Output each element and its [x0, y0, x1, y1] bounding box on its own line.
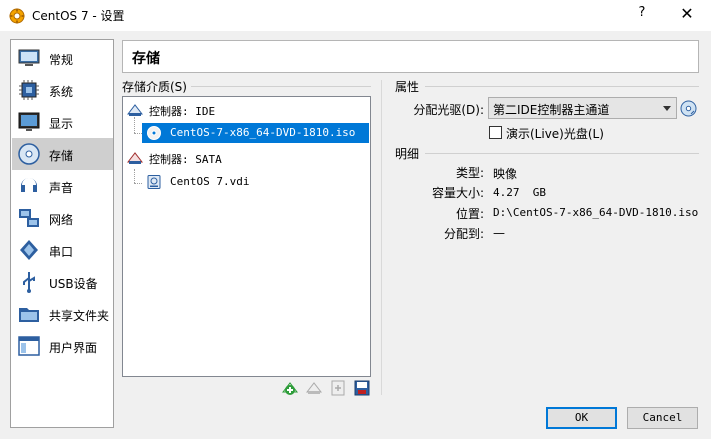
add-controller-icon[interactable] — [281, 379, 299, 397]
page-title: 存储 — [132, 51, 160, 67]
tree-connector — [134, 169, 135, 183]
usb-icon — [23, 272, 35, 293]
sidebar-item-serial-port[interactable]: 串口 — [12, 234, 113, 266]
size-value: 4.27 GB — [493, 186, 546, 199]
storage-tree[interactable]: 控制器: IDE CentOS-7-x86_64-DVD-1810.iso 控制… — [122, 96, 371, 377]
sidebar-item-shared-folders[interactable]: 共享文件夹 — [12, 298, 113, 330]
sidebar-item-label: 存储 — [49, 149, 74, 163]
panel-separator — [381, 80, 382, 395]
details-group-line — [425, 153, 699, 154]
hard-disk-icon — [147, 175, 161, 189]
drive-select-value: 第二IDE控制器主通道 — [493, 103, 610, 117]
attributes-group-line — [425, 86, 699, 87]
display-icon — [18, 112, 40, 131]
choose-disc-icon[interactable] — [680, 100, 697, 117]
sidebar-item-label: 网络 — [49, 213, 74, 227]
live-cd-checkbox[interactable] — [489, 126, 502, 139]
settings-sidebar: 常规 系统 显示 存储 声音 网络 串口 USB设备 共享文件夹 用户界面 — [10, 39, 114, 428]
details-group-label: 明细 — [395, 145, 424, 162]
chevron-down-icon — [663, 106, 671, 111]
attached-to-label: 分配到: — [443, 227, 484, 241]
remove-attachment-icon[interactable] — [353, 379, 371, 397]
storage-group-line — [190, 86, 371, 87]
sidebar-item-label: 用户界面 — [49, 341, 98, 355]
tree-item-ide-disc[interactable]: CentOS-7-x86_64-DVD-1810.iso — [142, 123, 369, 143]
add-attachment-icon[interactable] — [329, 379, 347, 397]
sidebar-item-label: 常规 — [49, 53, 74, 67]
sidebar-item-user-interface[interactable]: 用户界面 — [12, 330, 113, 362]
sidebar-item-general[interactable]: 常规 — [12, 42, 113, 74]
close-button[interactable]: ✕ — [676, 4, 698, 26]
network-icon — [19, 209, 39, 227]
optical-disc-icon — [147, 126, 161, 140]
page-header: 存储 — [122, 40, 699, 73]
type-label: 类型: — [455, 166, 484, 180]
sidebar-item-display[interactable]: 显示 — [12, 106, 113, 138]
size-label: 容量大小: — [431, 186, 484, 200]
sidebar-item-network[interactable]: 网络 — [12, 202, 113, 234]
location-label: 位置: — [455, 207, 484, 221]
title-bar: CentOS 7 - 设置 ? ✕ — [0, 0, 711, 31]
tree-item-controller-ide[interactable]: 控制器: IDE — [127, 100, 367, 120]
tree-connector — [134, 133, 142, 134]
tree-item-sata-disk[interactable]: CentOS 7.vdi — [142, 172, 367, 192]
sidebar-item-label: USB设备 — [49, 277, 98, 291]
user-interface-icon — [18, 336, 40, 356]
cancel-button[interactable]: Cancel — [627, 407, 698, 429]
sidebar-item-label: 声音 — [49, 181, 74, 195]
drive-select[interactable]: 第二IDE控制器主通道 — [488, 97, 677, 119]
virtualbox-icon — [9, 8, 25, 24]
tree-connector — [134, 183, 142, 184]
sidebar-item-label: 共享文件夹 — [49, 309, 110, 323]
attributes-group-label: 属性 — [395, 78, 424, 95]
drive-label: 分配光驱(D): — [413, 103, 484, 117]
help-button[interactable]: ? — [632, 5, 652, 25]
sata-controller-icon — [127, 152, 143, 164]
shared-folder-icon — [19, 308, 39, 322]
location-value: D:\CentOS-7-x86_64-DVD-1810.iso — [493, 206, 699, 219]
sidebar-item-audio[interactable]: 声音 — [12, 170, 113, 202]
ok-button[interactable]: OK — [546, 407, 617, 429]
general-icon — [18, 49, 40, 66]
serial-port-icon — [20, 240, 38, 260]
audio-icon — [21, 178, 37, 192]
sidebar-item-label: 显示 — [49, 117, 74, 131]
sidebar-item-system[interactable]: 系统 — [12, 74, 113, 106]
sidebar-item-label: 串口 — [49, 245, 74, 259]
ide-controller-icon — [127, 104, 143, 116]
live-cd-label: 演示(Live)光盘(L) — [506, 127, 604, 141]
type-value: 映像 — [493, 167, 518, 181]
sidebar-item-storage[interactable]: 存储 — [12, 138, 113, 170]
storage-group-label: 存储介质(S) — [122, 78, 191, 95]
window-title: CentOS 7 - 设置 — [32, 9, 125, 23]
system-icon — [19, 80, 39, 100]
sidebar-item-usb[interactable]: USB设备 — [12, 266, 113, 298]
storage-icon — [18, 143, 40, 165]
attached-to-value: — — [493, 226, 505, 240]
remove-controller-icon[interactable] — [305, 379, 323, 397]
tree-item-controller-sata[interactable]: 控制器: SATA — [127, 148, 367, 168]
sidebar-item-label: 系统 — [49, 85, 74, 99]
